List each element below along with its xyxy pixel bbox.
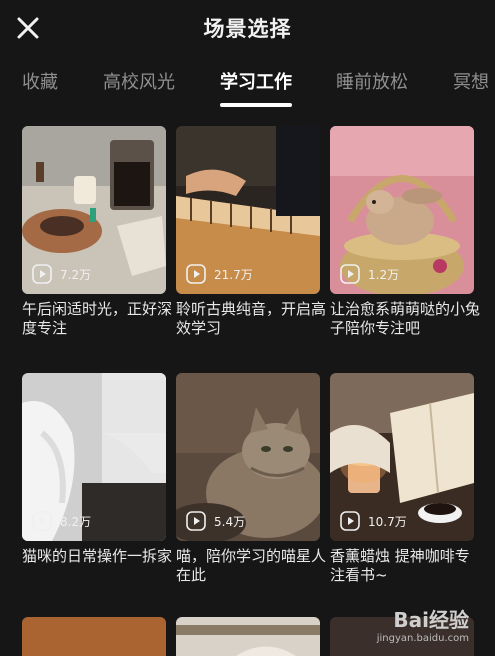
warm-light-image: [22, 617, 166, 656]
play-icon: [186, 264, 206, 284]
watermark-logo: Bai经验: [393, 608, 469, 632]
play-icon: [186, 511, 206, 531]
page-title: 场景选择: [203, 17, 292, 41]
view-count: 8.2万: [32, 511, 91, 531]
view-count: 7.2万: [32, 264, 91, 284]
scene-card[interactable]: 8.2万 猫咪的日常操作一拆家: [22, 373, 172, 566]
play-icon: [340, 264, 360, 284]
scene-caption: 猫咪的日常操作一拆家: [22, 547, 173, 565]
view-count-text: 7.2万: [60, 267, 92, 282]
scene-thumbnail: 5.4万: [176, 373, 320, 541]
scene-card-partial[interactable]: [22, 617, 166, 656]
scene-caption: 香薰蜡烛 提神咖啡专注看书~: [330, 547, 470, 584]
view-count: 21.7万: [186, 264, 253, 284]
view-count: 1.2万: [340, 264, 399, 284]
view-count-text: 5.4万: [214, 514, 246, 529]
scene-thumbnail: 21.7万: [176, 126, 320, 294]
scene-card[interactable]: 10.7万 香薰蜡烛 提神咖啡专注看书~: [330, 373, 474, 585]
scene-caption: 让治愈系萌萌哒的小兔子陪你专注吧: [330, 300, 481, 337]
play-icon: [32, 264, 52, 284]
scene-thumbnail: 8.2万: [22, 373, 166, 541]
scene-thumbnail: 10.7万: [330, 373, 474, 541]
view-count: 5.4万: [186, 511, 245, 531]
scene-thumbnail: 1.2万: [330, 126, 474, 294]
active-tab-indicator: [220, 103, 292, 107]
play-icon: [340, 511, 360, 531]
scene-caption: 喵，陪你学习的喵星人在此: [176, 547, 327, 584]
view-count-text: 21.7万: [214, 267, 253, 282]
view-count: 10.7万: [340, 511, 407, 531]
tab-campus-scenery[interactable]: 高校风光: [103, 68, 175, 94]
baidu-watermark: Bai经验 jingyan.baidu.com: [377, 604, 469, 644]
watermark-url: jingyan.baidu.com: [376, 633, 469, 644]
play-icon: [32, 511, 52, 531]
scene-caption: 聆听古典纯音，开启高效学习: [176, 300, 327, 337]
tab-bedtime-relax[interactable]: 睡前放松: [336, 68, 408, 94]
scene-card[interactable]: 21.7万 聆听古典纯音，开启高效学习: [176, 126, 326, 338]
view-count-text: 1.2万: [368, 267, 400, 282]
scene-card[interactable]: 7.2万 午后闲适时光，正好深度专注: [22, 126, 172, 338]
tab-study-work[interactable]: 学习工作: [220, 68, 292, 94]
bookshelf-image: [176, 617, 320, 656]
header: 场景选择: [0, 0, 495, 56]
scene-thumbnail: 7.2万: [22, 126, 166, 294]
tab-favorites[interactable]: 收藏: [22, 68, 58, 94]
tab-meditation[interactable]: 冥想: [453, 68, 489, 94]
scene-caption: 午后闲适时光，正好深度专注: [22, 300, 173, 337]
scene-card[interactable]: 5.4万 喵，陪你学习的喵星人在此: [176, 373, 326, 585]
view-count-text: 8.2万: [60, 514, 92, 529]
scene-card-partial[interactable]: [176, 617, 320, 656]
scene-card[interactable]: 1.2万 让治愈系萌萌哒的小兔子陪你专注吧: [330, 126, 480, 338]
view-count-text: 10.7万: [368, 514, 407, 529]
